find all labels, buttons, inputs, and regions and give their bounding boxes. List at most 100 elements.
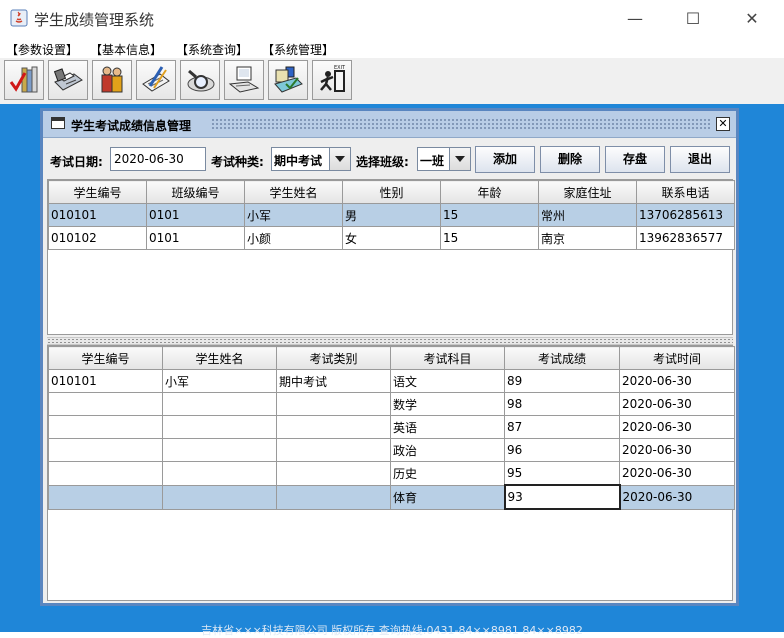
table-row[interactable]: 体育 93 2020-06-30: [48, 484, 735, 510]
table-cell[interactable]: 010101: [48, 369, 163, 393]
table-cell[interactable]: 2020-06-30: [619, 392, 735, 416]
menu-param-settings[interactable]: 【参数设置】: [6, 41, 78, 58]
column-header[interactable]: 考试类别: [276, 346, 391, 370]
table-cell[interactable]: 历史: [390, 461, 505, 486]
table-cell[interactable]: [48, 392, 163, 416]
table-row[interactable]: 历史 95 2020-06-30: [48, 461, 735, 486]
table-row[interactable]: 010101 0101 小军 男 15 常州 13706285613: [48, 203, 735, 227]
toolbar-button-5[interactable]: [180, 60, 220, 100]
table-cell[interactable]: 15: [440, 203, 539, 227]
table-cell[interactable]: 政治: [390, 438, 505, 462]
table-cell[interactable]: 010102: [48, 226, 147, 250]
table-cell[interactable]: 95: [504, 461, 620, 486]
column-header[interactable]: 班级编号: [146, 180, 245, 204]
table-cell[interactable]: 期中考试: [276, 369, 391, 393]
table-row[interactable]: 010102 0101 小颜 女 15 南京 13962836577: [48, 226, 735, 250]
table-cell[interactable]: 89: [504, 369, 620, 393]
table-cell[interactable]: 语文: [390, 369, 505, 393]
column-header[interactable]: 学生编号: [48, 346, 163, 370]
close-button[interactable]: ✕: [729, 4, 775, 34]
class-select[interactable]: 一班: [417, 147, 471, 171]
table-cell[interactable]: 98: [504, 392, 620, 416]
menu-system-admin[interactable]: 【系统管理】: [262, 41, 334, 58]
column-header[interactable]: 考试时间: [619, 346, 735, 370]
table-row[interactable]: 英语 87 2020-06-30: [48, 415, 735, 439]
table-cell[interactable]: 男: [342, 203, 441, 227]
table-cell[interactable]: [276, 484, 391, 510]
exam-score-window-title-bar[interactable]: 学生考试成绩信息管理 ✕: [43, 111, 736, 138]
table-cell[interactable]: 13962836577: [636, 226, 735, 250]
table-cell[interactable]: 体育: [390, 484, 505, 510]
table-cell-editing[interactable]: 93: [503, 484, 621, 510]
column-header[interactable]: 学生姓名: [244, 180, 343, 204]
table-cell[interactable]: [48, 438, 163, 462]
maximize-button[interactable]: ☐: [670, 4, 716, 34]
split-pane-divider[interactable]: [47, 337, 733, 345]
table-cell[interactable]: [276, 438, 391, 462]
table-cell[interactable]: [276, 461, 391, 486]
table-header-row: 学生编号 学生姓名 考试类别 考试科目 考试成绩 考试时间: [48, 346, 735, 370]
table-cell[interactable]: [48, 415, 163, 439]
column-header[interactable]: 学生编号: [48, 180, 147, 204]
table-cell[interactable]: [162, 415, 277, 439]
table-cell[interactable]: [48, 484, 163, 510]
exam-date-input[interactable]: 2020-06-30: [110, 147, 206, 171]
toolbar-button-8[interactable]: EXIT: [312, 60, 352, 100]
table-cell[interactable]: 2020-06-30: [619, 461, 735, 486]
table-cell[interactable]: 小军: [244, 203, 343, 227]
table-cell[interactable]: 数学: [390, 392, 505, 416]
table-cell[interactable]: 小颜: [244, 226, 343, 250]
menu-basic-info[interactable]: 【基本信息】: [90, 41, 162, 58]
table-cell[interactable]: 2020-06-30: [619, 415, 735, 439]
save-button[interactable]: 存盘: [605, 146, 665, 173]
table-cell[interactable]: 87: [504, 415, 620, 439]
table-cell[interactable]: [162, 392, 277, 416]
toolbar-button-7[interactable]: [268, 60, 308, 100]
table-cell[interactable]: [162, 438, 277, 462]
table-cell[interactable]: 小军: [162, 369, 277, 393]
chevron-down-icon[interactable]: [449, 148, 470, 170]
table-cell[interactable]: 96: [504, 438, 620, 462]
table-cell[interactable]: [162, 484, 277, 510]
table-row[interactable]: 政治 96 2020-06-30: [48, 438, 735, 462]
toolbar-button-2[interactable]: [48, 60, 88, 100]
table-cell[interactable]: [48, 461, 163, 486]
column-header[interactable]: 考试科目: [390, 346, 505, 370]
table-cell[interactable]: 2020-06-30: [619, 369, 735, 393]
internal-close-icon[interactable]: ✕: [716, 117, 730, 131]
column-header[interactable]: 联系电话: [636, 180, 735, 204]
table-cell[interactable]: 15: [440, 226, 539, 250]
toolbar-button-1[interactable]: [4, 60, 44, 100]
table-cell[interactable]: 女: [342, 226, 441, 250]
column-header[interactable]: 学生姓名: [162, 346, 277, 370]
exam-type-select[interactable]: 期中考试: [271, 147, 351, 171]
table-cell[interactable]: 常州: [538, 203, 637, 227]
table-cell[interactable]: [162, 461, 277, 486]
column-header[interactable]: 性别: [342, 180, 441, 204]
table-cell[interactable]: 2020-06-30: [619, 484, 735, 510]
column-header[interactable]: 家庭住址: [538, 180, 637, 204]
column-header[interactable]: 考试成绩: [504, 346, 620, 370]
table-cell[interactable]: 南京: [538, 226, 637, 250]
table-header-row: 学生编号 班级编号 学生姓名 性别 年龄 家庭住址 联系电话: [48, 180, 735, 204]
minimize-button[interactable]: —: [612, 4, 658, 34]
toolbar-button-4[interactable]: [136, 60, 176, 100]
chevron-down-icon[interactable]: [329, 148, 350, 170]
table-cell[interactable]: [276, 415, 391, 439]
menu-system-query[interactable]: 【系统查询】: [176, 41, 248, 58]
table-cell[interactable]: [276, 392, 391, 416]
table-cell[interactable]: 0101: [146, 203, 245, 227]
toolbar-button-3[interactable]: [92, 60, 132, 100]
exit-button[interactable]: 退出: [670, 146, 730, 173]
table-cell[interactable]: 2020-06-30: [619, 438, 735, 462]
delete-button[interactable]: 删除: [540, 146, 600, 173]
table-cell[interactable]: 0101: [146, 226, 245, 250]
table-row[interactable]: 010101 小军 期中考试 语文 89 2020-06-30: [48, 369, 735, 393]
add-button[interactable]: 添加: [475, 146, 535, 173]
table-cell[interactable]: 英语: [390, 415, 505, 439]
toolbar-button-6[interactable]: [224, 60, 264, 100]
table-cell[interactable]: 010101: [48, 203, 147, 227]
table-cell[interactable]: 13706285613: [636, 203, 735, 227]
column-header[interactable]: 年龄: [440, 180, 539, 204]
table-row[interactable]: 数学 98 2020-06-30: [48, 392, 735, 416]
